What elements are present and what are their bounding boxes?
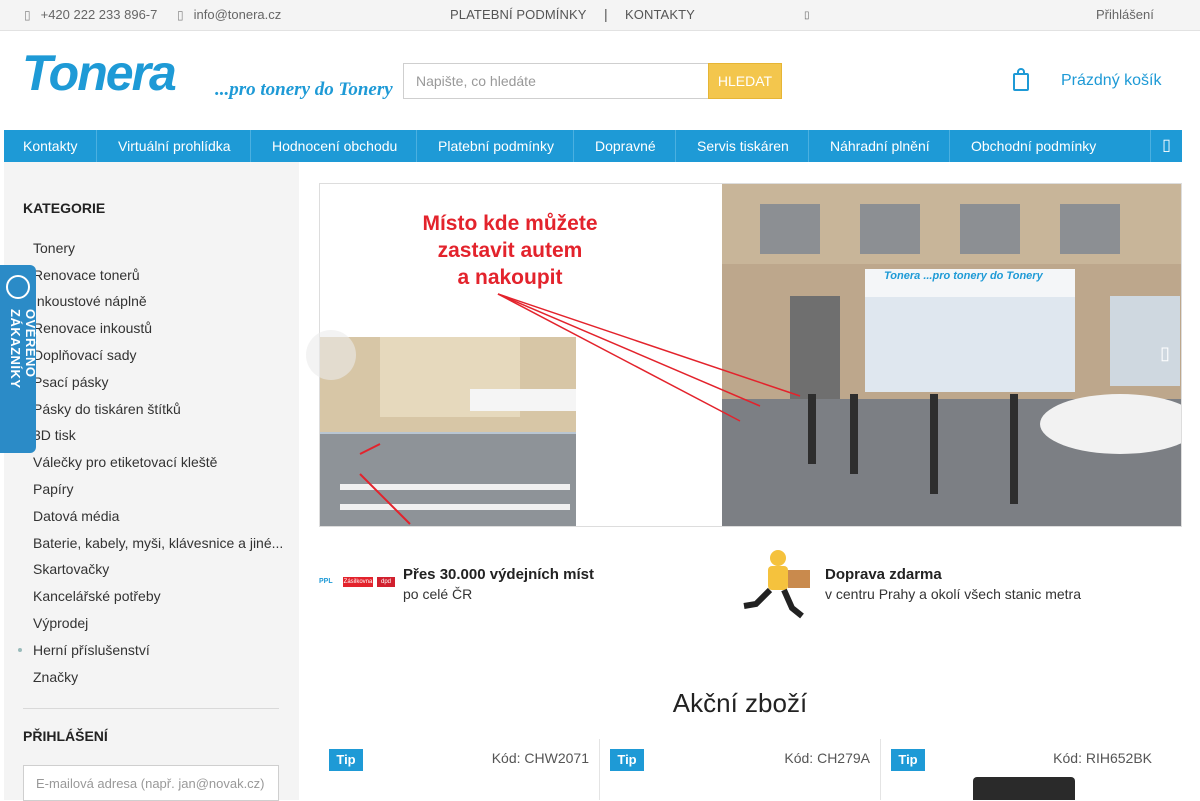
search-input[interactable] <box>403 63 709 99</box>
top-nav-contacts[interactable]: KONTAKTY <box>625 7 695 22</box>
logo-tagline: ...pro tonery do Tonery <box>215 79 393 100</box>
feature-title: Přes 30.000 výdejních míst <box>403 566 594 583</box>
category-item[interactable]: Válečky pro etiketovací kleště <box>33 454 217 470</box>
category-item[interactable]: Herní příslušenství <box>33 642 150 658</box>
category-item[interactable]: Tonery <box>33 240 75 256</box>
search-button[interactable]: HLEDAT <box>708 63 782 99</box>
tip-badge: Tip <box>610 749 644 771</box>
feature-title: Doprava zdarma <box>825 566 942 583</box>
menu-item-shipping[interactable]: Dopravné <box>576 130 676 162</box>
cart-icon[interactable] <box>1012 68 1030 92</box>
courier-icon <box>740 546 815 621</box>
feature-subtitle: v centru Prahy a okolí všech stanic metr… <box>825 586 1081 602</box>
product-code: Kód: CHW2071 <box>491 750 589 766</box>
category-item[interactable]: Výprodej <box>33 615 88 631</box>
product-card[interactable]: Tip Kód: CH279A <box>600 739 881 800</box>
product-card[interactable]: Tip Kód: CHW2071 <box>319 739 600 800</box>
categories-title: KATEGORIE <box>23 200 106 216</box>
banner-line: Místo kde můžete <box>422 212 598 235</box>
login-link[interactable]: Přihlášení <box>1096 7 1154 22</box>
email-contact[interactable]: ▯ info@tonera.cz <box>177 7 281 22</box>
logo-brand: Tonera <box>22 50 176 101</box>
top-nav-divider: | <box>604 6 608 22</box>
sidebar-divider <box>23 708 279 709</box>
banner-headline: Místo kde můžete zastavit autem a nakoup… <box>390 210 630 291</box>
sidebar: KATEGORIE Tonery Renovace tonerů Inkoust… <box>4 162 299 801</box>
section-title: Akční zboží <box>672 688 808 718</box>
slider-prev-button[interactable] <box>306 330 356 380</box>
carrier-label: PPL <box>319 578 333 585</box>
cart-status[interactable]: Prázdný košík <box>1061 72 1161 90</box>
menu-item-substitute-fulfillment[interactable]: Náhradní plnění <box>811 130 950 162</box>
flag-icon[interactable]: ▯ <box>804 10 810 21</box>
menu-item-business-terms[interactable]: Obchodní podmínky <box>952 130 1115 162</box>
hero-banner[interactable]: Místo kde můžete zastavit autem a nakoup… <box>319 183 1182 527</box>
category-item[interactable]: 3D tisk <box>33 427 76 443</box>
carrier-label: dpd <box>377 577 395 587</box>
product-image <box>973 777 1075 800</box>
carriers-logos-icon: PPL Zásilkovna dpd <box>319 575 397 591</box>
category-item[interactable]: Skartovačky <box>33 561 109 577</box>
category-item[interactable]: Datová média <box>33 508 119 524</box>
category-item[interactable]: Psací pásky <box>33 374 108 390</box>
category-item[interactable]: Baterie, kabely, myši, klávesnice a jiné… <box>33 535 283 551</box>
menu-item-shop-rating[interactable]: Hodnocení obchodu <box>253 130 418 162</box>
tip-badge: Tip <box>891 749 925 771</box>
menu-item-kontakty[interactable]: Kontakty <box>4 130 98 162</box>
seal-icon <box>6 275 30 299</box>
email-icon: ▯ <box>177 8 184 22</box>
tip-badge: Tip <box>329 749 363 771</box>
category-item[interactable]: Renovace tonerů <box>33 267 140 283</box>
banner-line: zastavit autem <box>437 239 583 262</box>
phone-contact[interactable]: ▯ +420 222 233 896-7 <box>24 7 157 22</box>
category-item[interactable]: Renovace inkoustů <box>33 320 152 336</box>
email-address: info@tonera.cz <box>193 7 282 22</box>
login-email-field[interactable] <box>23 765 279 801</box>
login-title: PŘIHLÁŠENÍ <box>23 728 108 744</box>
top-nav-payment-terms[interactable]: PLATEBNÍ PODMÍNKY <box>450 7 587 22</box>
phone-icon: ▯ <box>24 8 31 22</box>
carrier-label: Zásilkovna <box>343 577 373 587</box>
feature-subtitle: po celé ČR <box>403 586 473 602</box>
category-item[interactable]: Značky <box>33 669 78 685</box>
menu-item-printer-service[interactable]: Servis tiskáren <box>678 130 809 162</box>
product-code: Kód: RIH652BK <box>1053 750 1152 766</box>
category-item[interactable]: Inkoustové náplně <box>33 293 147 309</box>
category-item[interactable]: Doplňovací sady <box>33 347 137 363</box>
phone-number: +420 222 233 896-7 <box>40 7 158 22</box>
category-bullet-icon <box>18 648 22 652</box>
site-logo[interactable]: Tonera ...pro tonery do Tonery <box>22 45 407 105</box>
product-card[interactable]: Tip Kód: RIH652BK <box>881 739 1162 800</box>
menu-item-payment-terms[interactable]: Platební podmínky <box>419 130 574 162</box>
main-menu: Kontakty Virtuální prohlídka Hodnocení o… <box>4 130 1182 162</box>
banner-line: a nakoupit <box>457 266 563 289</box>
category-item[interactable]: Pásky do tiskáren štítků <box>33 401 181 417</box>
category-item[interactable]: Papíry <box>33 481 73 497</box>
verified-by-customers-badge[interactable]: OVĚŘENO ZÁKAZNÍKY <box>0 265 38 453</box>
menu-more-icon[interactable]: ▯ <box>1150 130 1182 162</box>
search-bar: HLEDAT <box>403 63 783 99</box>
category-item[interactable]: Kancelářské potřeby <box>33 588 161 604</box>
product-code: Kód: CH279A <box>784 750 870 766</box>
top-bar: ▯ +420 222 233 896-7 ▯ info@tonera.cz PLAT… <box>0 0 1200 31</box>
badge-text: OVĚŘENO ZÁKAZNÍKY <box>8 309 38 389</box>
slider-next-icon[interactable]: ▯ <box>1160 343 1180 367</box>
storefront-sign: Tonera ...pro tonery do Tonery <box>884 270 1043 282</box>
menu-item-virtual-tour[interactable]: Virtuální prohlídka <box>99 130 251 162</box>
